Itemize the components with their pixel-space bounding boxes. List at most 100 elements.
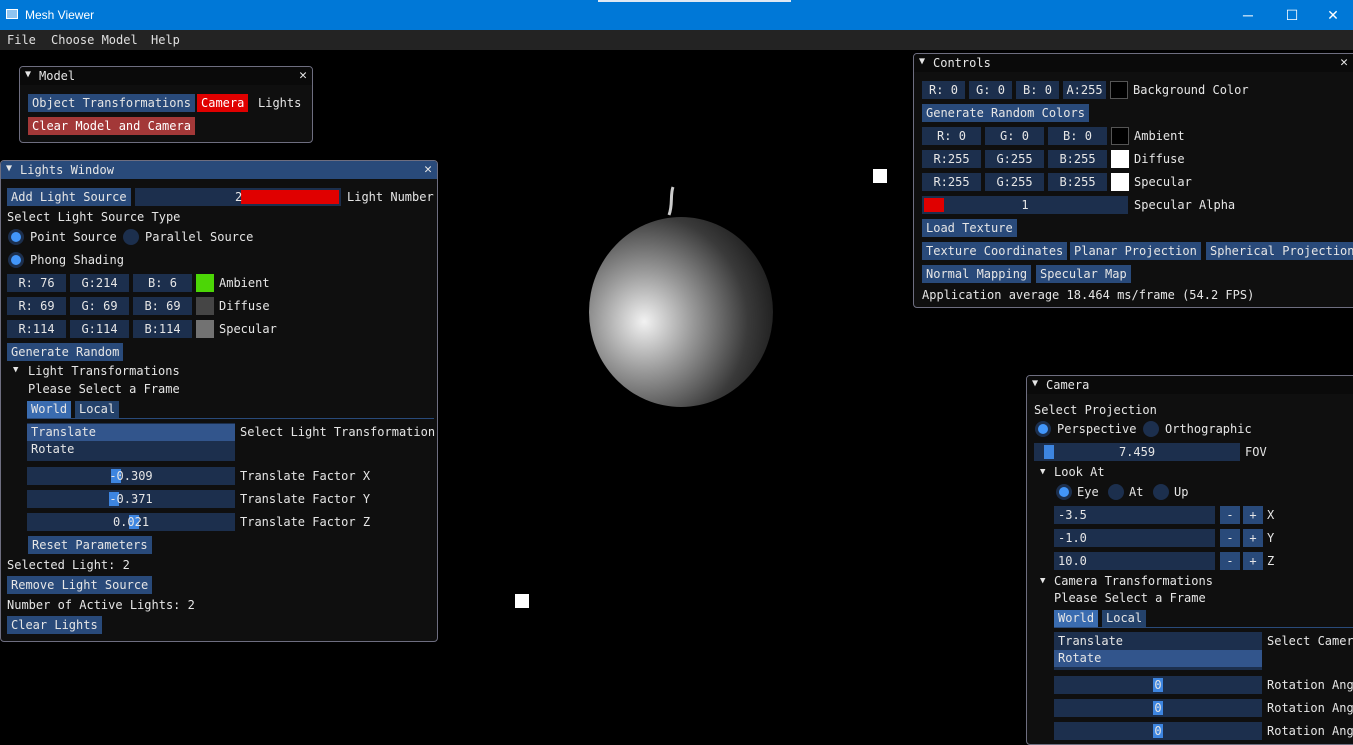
material-specular-r-field[interactable]: R:255 (922, 173, 981, 191)
material-ambient-b-field[interactable]: B: 0 (1048, 127, 1107, 145)
remove-light-button[interactable]: Remove Light Source (7, 576, 153, 594)
menu-help[interactable]: Help (151, 33, 180, 47)
texture-coordinates-button[interactable]: Texture Coordinates (922, 242, 1068, 260)
material-diffuse-b-field[interactable]: B:255 (1048, 150, 1107, 168)
material-specular-swatch[interactable] (1111, 173, 1129, 191)
collapse-icon[interactable]: ▼ (1032, 378, 1038, 389)
diffuse-color-swatch[interactable] (196, 297, 214, 315)
tab-local[interactable]: Local (75, 401, 120, 418)
menu-choose-model[interactable]: Choose Model (51, 33, 138, 47)
tree-open-icon[interactable]: ▼ (13, 365, 18, 375)
close-icon[interactable]: ✕ (299, 68, 307, 83)
eye-x-field[interactable]: -3.5 (1054, 506, 1215, 524)
eye-y-plus-button[interactable]: + (1243, 529, 1263, 547)
background-b-field[interactable]: B: 0 (1016, 81, 1059, 99)
close-icon[interactable]: ✕ (1340, 55, 1348, 70)
light-transformations-header[interactable]: Light Transformations (28, 364, 180, 378)
lights-window-header[interactable]: ▼ Lights Window ✕ (1, 161, 437, 179)
background-color-swatch[interactable] (1110, 81, 1128, 99)
reset-parameters-button[interactable]: Reset Parameters (28, 536, 152, 554)
eye-z-field[interactable]: 10.0 (1054, 552, 1215, 570)
camera-tab-local[interactable]: Local (1102, 610, 1147, 627)
at-radio[interactable] (1108, 484, 1124, 500)
camera-window-header[interactable]: ▼ Camera (1027, 376, 1353, 394)
ambient-g-field[interactable]: G:214 (70, 274, 129, 292)
background-r-field[interactable]: R: 0 (922, 81, 965, 99)
translate-x-slider[interactable]: -0.309 (27, 467, 235, 485)
diffuse-r-field[interactable]: R: 69 (7, 297, 66, 315)
slider-grab[interactable] (924, 198, 944, 212)
material-specular-b-field[interactable]: B:255 (1048, 173, 1107, 191)
tab-world[interactable]: World (27, 401, 72, 418)
camera-tab-world[interactable]: World (1054, 610, 1099, 627)
specular-b-field[interactable]: B:114 (133, 320, 192, 338)
eye-y-field[interactable]: -1.0 (1054, 529, 1215, 547)
eye-radio[interactable] (1056, 484, 1072, 500)
collapse-icon[interactable]: ▼ (919, 56, 925, 67)
specular-r-field[interactable]: R:114 (7, 320, 66, 338)
look-at-header[interactable]: Look At (1054, 465, 1105, 479)
eye-y-minus-button[interactable]: - (1220, 529, 1240, 547)
background-g-field[interactable]: G: 0 (969, 81, 1012, 99)
up-radio[interactable] (1153, 484, 1169, 500)
fov-slider[interactable]: 7.459 (1034, 443, 1240, 461)
background-a-field[interactable]: A:255 (1063, 81, 1106, 99)
specular-alpha-slider[interactable]: 1 (922, 196, 1128, 214)
eye-x-plus-button[interactable]: + (1243, 506, 1263, 524)
rotation-angle-slider-3[interactable]: 0 (1054, 722, 1262, 740)
controls-window-header[interactable]: ▼ Controls ✕ (914, 54, 1353, 72)
maximize-button[interactable]: ☐ (1269, 0, 1315, 30)
load-texture-button[interactable]: Load Texture (922, 219, 1017, 237)
point-source-radio[interactable] (8, 229, 24, 245)
slider-grab[interactable] (241, 190, 339, 204)
ambient-r-field[interactable]: R: 76 (7, 274, 66, 292)
material-specular-g-field[interactable]: G:255 (985, 173, 1044, 191)
specular-map-button[interactable]: Specular Map (1036, 265, 1131, 283)
material-ambient-r-field[interactable]: R: 0 (922, 127, 981, 145)
eye-z-minus-button[interactable]: - (1220, 552, 1240, 570)
material-ambient-g-field[interactable]: G: 0 (985, 127, 1044, 145)
orthographic-radio[interactable] (1143, 421, 1159, 437)
minimize-button[interactable]: ─ (1225, 0, 1271, 30)
tree-open-icon[interactable]: ▼ (1040, 467, 1045, 477)
light-number-slider[interactable]: 2 (135, 188, 341, 206)
rotation-angle-slider-1[interactable]: 0 (1054, 676, 1262, 694)
close-button[interactable]: ✕ (1313, 0, 1353, 30)
lights-button[interactable]: Lights (254, 94, 305, 112)
clear-lights-button[interactable]: Clear Lights (7, 616, 102, 634)
planar-projection-button[interactable]: Planar Projection (1070, 242, 1201, 260)
material-ambient-swatch[interactable] (1111, 127, 1129, 145)
ambient-color-swatch[interactable] (196, 274, 214, 292)
list-item-rotate[interactable]: Rotate (27, 441, 235, 458)
collapse-icon[interactable]: ▼ (6, 163, 12, 174)
clear-model-camera-button[interactable]: Clear Model and Camera (28, 117, 195, 135)
specular-color-swatch[interactable] (196, 320, 214, 338)
tree-open-icon[interactable]: ▼ (1040, 576, 1045, 586)
camera-transformations-header[interactable]: Camera Transformations (1054, 574, 1213, 588)
parallel-source-radio[interactable] (123, 229, 139, 245)
specular-g-field[interactable]: G:114 (70, 320, 129, 338)
generate-random-colors-button[interactable]: Generate Random Colors (922, 104, 1089, 122)
list-item-translate[interactable]: Translate (1054, 633, 1262, 650)
spherical-projection-button[interactable]: Spherical Projection (1206, 242, 1353, 260)
translate-y-slider[interactable]: -0.371 (27, 490, 235, 508)
slider-grab[interactable] (1044, 445, 1054, 459)
eye-z-plus-button[interactable]: + (1243, 552, 1263, 570)
phong-shading-radio[interactable] (8, 252, 24, 268)
material-diffuse-r-field[interactable]: R:255 (922, 150, 981, 168)
collapse-icon[interactable]: ▼ (25, 69, 31, 80)
generate-random-button[interactable]: Generate Random (7, 343, 124, 361)
close-icon[interactable]: ✕ (424, 162, 432, 177)
diffuse-b-field[interactable]: B: 69 (133, 297, 192, 315)
light-transform-list[interactable]: Translate Rotate (27, 423, 235, 461)
eye-x-minus-button[interactable]: - (1220, 506, 1240, 524)
translate-z-slider[interactable]: 0.021 (27, 513, 235, 531)
object-transformations-button[interactable]: Object Transformations (28, 94, 195, 112)
perspective-radio[interactable] (1035, 421, 1051, 437)
diffuse-g-field[interactable]: G: 69 (70, 297, 129, 315)
material-diffuse-g-field[interactable]: G:255 (985, 150, 1044, 168)
add-light-button[interactable]: Add Light Source (7, 188, 131, 206)
rotation-angle-slider-2[interactable]: 0 (1054, 699, 1262, 717)
camera-button[interactable]: Camera (197, 94, 249, 112)
list-item-rotate[interactable]: Rotate (1054, 650, 1262, 667)
